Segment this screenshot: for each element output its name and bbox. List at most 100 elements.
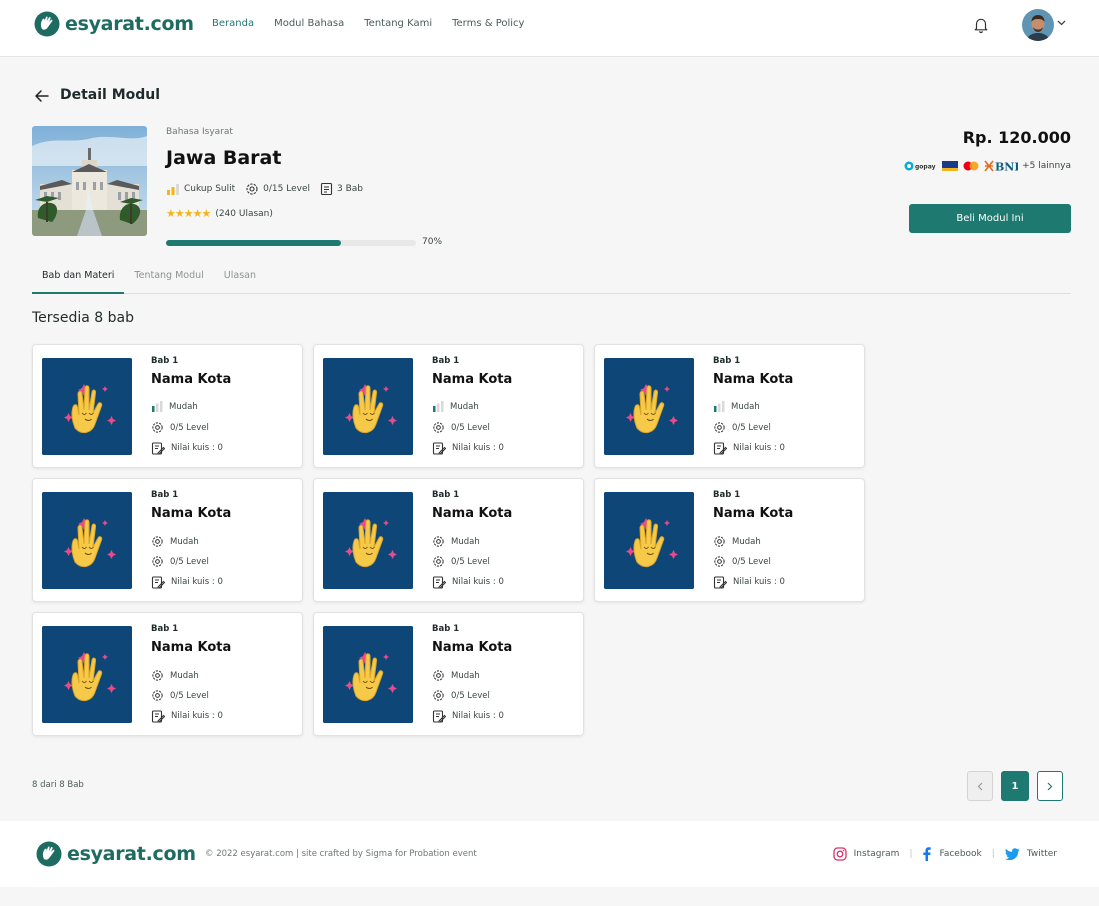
tab-tentang-modul[interactable]: Tentang Modul xyxy=(124,267,213,294)
chapter-name: Nama Kota xyxy=(432,506,513,521)
chapter-name: Nama Kota xyxy=(713,506,794,521)
chapter-level: 0/5 Level xyxy=(432,421,490,434)
gedung-sate-image xyxy=(32,126,147,236)
chapter-number: Bab 1 xyxy=(713,490,741,500)
module-price: Rp. 120.000 xyxy=(962,128,1071,147)
chapter-thumbnail xyxy=(42,358,132,455)
nav-item-terms-policy[interactable]: Terms & Policy xyxy=(452,18,524,29)
chapter-difficulty-label: Mudah xyxy=(451,536,480,547)
chapter-card[interactable]: Bab 1 Nama Kota Mudah 0/5 Level Nilai ku… xyxy=(32,612,303,736)
nav-item-modul-bahasa[interactable]: Modul Bahasa xyxy=(274,18,344,29)
gear-icon xyxy=(714,422,725,433)
buy-module-button[interactable]: Beli Modul Ini xyxy=(909,204,1071,233)
chapter-level: 0/5 Level xyxy=(432,689,490,702)
divider: | xyxy=(991,849,995,859)
chapter-number: Bab 1 xyxy=(151,624,179,634)
chapter-difficulty-label: Mudah xyxy=(169,401,198,412)
chapter-thumbnail xyxy=(323,492,413,589)
facebook-link[interactable]: Facebook xyxy=(922,847,982,861)
waving-hand-icon xyxy=(323,626,413,723)
chapter-level: 0/5 Level xyxy=(432,555,490,568)
waving-hand-icon xyxy=(42,626,132,723)
chapter-name: Nama Kota xyxy=(151,372,232,387)
gear-icon xyxy=(714,536,725,547)
progress-label: 70% xyxy=(422,237,443,247)
page-button-current[interactable]: 1 xyxy=(1001,771,1029,801)
prev-page-button[interactable] xyxy=(967,771,993,801)
chevron-down-icon[interactable] xyxy=(1057,20,1066,26)
quiz-clipboard-icon xyxy=(151,710,165,723)
chapter-quiz: Nilai kuis : 0 xyxy=(432,441,504,455)
module-thumbnail xyxy=(32,126,147,236)
chapter-card[interactable]: Bab 1 Nama Kota Mudah 0/5 Level Nilai ku… xyxy=(313,478,584,602)
chapter-thumbnail xyxy=(323,626,413,723)
chapter-card[interactable]: Bab 1 Nama Kota Mudah 0/5 Level Nilai ku… xyxy=(313,612,584,736)
payment-methods: gopay BNI +5 lainnya xyxy=(904,160,1071,172)
section-title: Tersedia 8 bab xyxy=(32,310,134,326)
chapter-card[interactable]: Bab 1 Nama Kota Mudah 0/5 Level Nilai ku… xyxy=(32,478,303,602)
user-avatar[interactable] xyxy=(1022,9,1054,41)
difficulty-bars-icon xyxy=(433,401,444,412)
module-tabs: Bab dan Materi Tentang Modul Ulasan xyxy=(32,267,1071,294)
twitter-link[interactable]: Twitter xyxy=(1004,848,1057,860)
chapter-quiz-label: Nilai kuis : 0 xyxy=(171,443,223,453)
chapter-level: 0/5 Level xyxy=(713,421,771,434)
bell-icon[interactable] xyxy=(972,16,990,34)
chapter-quiz-label: Nilai kuis : 0 xyxy=(733,577,785,587)
difficulty-label: Cukup Sulit xyxy=(184,184,236,194)
chapter-difficulty: Mudah xyxy=(151,401,198,412)
nav-item-beranda[interactable]: Beranda xyxy=(212,18,254,29)
chapter-thumbnail xyxy=(323,358,413,455)
module-meta: Cukup Sulit 0/15 Level 3 Bab xyxy=(166,182,373,196)
hand-logo-icon xyxy=(34,11,60,37)
chapter-card[interactable]: Bab 1 Nama Kota Mudah 0/5 Level Nilai ku… xyxy=(32,344,303,468)
chapter-card[interactable]: Bab 1 Nama Kota Mudah 0/5 Level Nilai ku… xyxy=(313,344,584,468)
instagram-link[interactable]: Instagram xyxy=(832,847,900,861)
chapter-level-label: 0/5 Level xyxy=(170,422,209,433)
chapter-card[interactable]: Bab 1 Nama Kota Mudah 0/5 Level Nilai ku… xyxy=(594,344,865,468)
footer-brand-logo[interactable]: esyarat.com xyxy=(36,841,196,867)
chapter-difficulty: Mudah xyxy=(151,669,199,682)
chapter-quiz: Nilai kuis : 0 xyxy=(151,575,223,589)
chapter-level-label: 0/5 Level xyxy=(451,422,490,433)
tab-ulasan[interactable]: Ulasan xyxy=(214,267,266,294)
book-icon xyxy=(320,182,333,196)
back-arrow-icon[interactable] xyxy=(34,89,50,103)
gear-icon xyxy=(433,422,444,433)
gear-icon xyxy=(433,690,444,701)
divider: | xyxy=(909,849,913,859)
next-page-button[interactable] xyxy=(1037,771,1063,801)
level-label: 0/15 Level xyxy=(263,184,310,194)
chapter-thumbnail xyxy=(604,358,694,455)
main-nav: Beranda Modul Bahasa Tentang Kami Terms … xyxy=(212,18,524,29)
waving-hand-icon xyxy=(323,358,413,455)
waving-hand-icon xyxy=(42,492,132,589)
chapter-difficulty: Mudah xyxy=(432,401,479,412)
chapter-level-label: 0/5 Level xyxy=(170,556,209,567)
page-footer: esyarat.com © 2022 esyarat.com | site cr… xyxy=(0,821,1099,887)
social-links: Instagram | Facebook | Twitter xyxy=(832,847,1057,861)
instagram-label: Instagram xyxy=(853,849,900,859)
nav-item-tentang-kami[interactable]: Tentang Kami xyxy=(364,18,432,29)
chapter-quiz-label: Nilai kuis : 0 xyxy=(733,443,785,453)
gopay-icon: gopay xyxy=(904,161,936,171)
chapter-quiz: Nilai kuis : 0 xyxy=(432,709,504,723)
chapter-level: 0/5 Level xyxy=(151,689,209,702)
quiz-clipboard-icon xyxy=(432,710,446,723)
chapter-difficulty-label: Mudah xyxy=(170,536,199,547)
module-rating: ★★★★★ (240 Ulasan) xyxy=(166,207,273,220)
svg-text:BNI: BNI xyxy=(995,161,1018,173)
difficulty-bars-icon xyxy=(152,401,163,412)
instagram-icon xyxy=(832,847,847,861)
quiz-clipboard-icon xyxy=(151,442,165,455)
footer-brand-name: esyarat.com xyxy=(67,843,196,865)
chapter-quiz: Nilai kuis : 0 xyxy=(713,575,785,589)
tab-bab-dan-materi[interactable]: Bab dan Materi xyxy=(32,267,125,294)
chapter-number: Bab 1 xyxy=(151,490,179,500)
chapter-card[interactable]: Bab 1 Nama Kota Mudah 0/5 Level Nilai ku… xyxy=(594,478,865,602)
chevron-right-icon xyxy=(1047,782,1053,790)
payment-more[interactable]: +5 lainnya xyxy=(1022,161,1071,171)
chapter-thumbnail xyxy=(42,626,132,723)
brand-logo[interactable]: esyarat.com xyxy=(34,11,194,37)
gear-icon xyxy=(152,536,163,547)
